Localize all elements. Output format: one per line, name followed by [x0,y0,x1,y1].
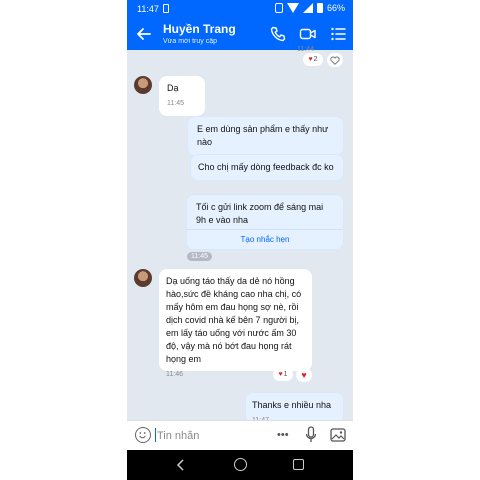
status-time: 11:47 [137,4,159,14]
message-input[interactable] [157,427,257,445]
message-text: Cho chị mấy dòng feedback đc ko [198,162,334,172]
message-text: E em dùng sản phẩm e thấy như nào [197,124,329,147]
create-reminder-button[interactable]: Tạo nhắc hẹn [187,229,343,249]
message-text: Dạ uống táo thấy da dẻ nó hồng hào,sức đ… [166,276,302,364]
message-composer: ••• [127,420,353,450]
signal-icon [302,3,313,13]
battery-icon [316,3,323,13]
heart-icon: ♥ [308,56,313,63]
message-text: Tối c gửi link zoom để sáng mai 9h e vào… [196,202,324,225]
message-time: 11:44 [297,46,314,53]
more-icon[interactable]: ••• [277,429,289,441]
message-bubble-outgoing[interactable]: Tối c gửi link zoom để sáng mai 9h e vào… [186,194,344,250]
wifi-icon [286,3,299,13]
time-separator: 11:45 [187,252,212,261]
status-icons: 66% [274,3,345,13]
reaction-badge[interactable]: ♥ 2 [303,53,323,66]
vibrate-icon [274,3,283,13]
reaction-count: 2 [313,56,318,63]
heart-icon: ♥ [301,370,307,380]
nav-back-icon[interactable] [174,458,188,472]
back-arrow-icon[interactable] [135,25,153,43]
text-caret [155,428,156,442]
reaction-count: 1 [283,371,288,378]
battery-percent: 66% [326,3,345,13]
message-bubble-outgoing[interactable]: E em dùng sản phẩm e thấy như nào [187,116,344,156]
message-time: 11:45 [167,100,184,107]
chat-header: Huyền Trang Vừa mới truy cập [127,18,353,50]
message-text: Thanks e nhiều nha [252,400,332,410]
contact-name[interactable]: Huyền Trang [163,22,236,36]
video-call-icon[interactable] [299,25,317,43]
phone-screen: 11:47 66% Huyền Trang Vừa mới truy cập 1… [127,0,353,480]
nav-recents-icon[interactable] [293,459,304,470]
message-bubble-outgoing[interactable]: Cho chị mấy dòng feedback đc ko [190,154,344,181]
nav-home-icon[interactable] [234,458,247,471]
message-bubble-incoming[interactable]: Dạ uống táo thấy da dẻ nó hồng hào,sức đ… [159,269,312,378]
emoji-icon[interactable] [135,427,151,443]
contact-status: Vừa mới truy cập [163,38,218,45]
sim-icon [163,4,169,13]
system-nav-bar [127,450,353,480]
menu-list-icon[interactable] [329,25,347,43]
heart-react-button[interactable]: ♥ [296,368,312,382]
image-icon[interactable] [330,427,346,443]
avatar[interactable] [134,76,152,94]
reaction-badge[interactable]: ♥ 1 [273,368,293,381]
microphone-icon[interactable] [305,426,317,444]
heart-icon: ♥ [278,371,283,378]
like-icon[interactable] [327,53,343,67]
avatar[interactable] [134,269,152,287]
status-bar: 11:47 66% [127,0,353,18]
message-text: Dạ [167,83,179,93]
message-bubble-incoming[interactable]: Dạ 11:45 [159,76,205,116]
phone-icon[interactable] [269,25,287,43]
